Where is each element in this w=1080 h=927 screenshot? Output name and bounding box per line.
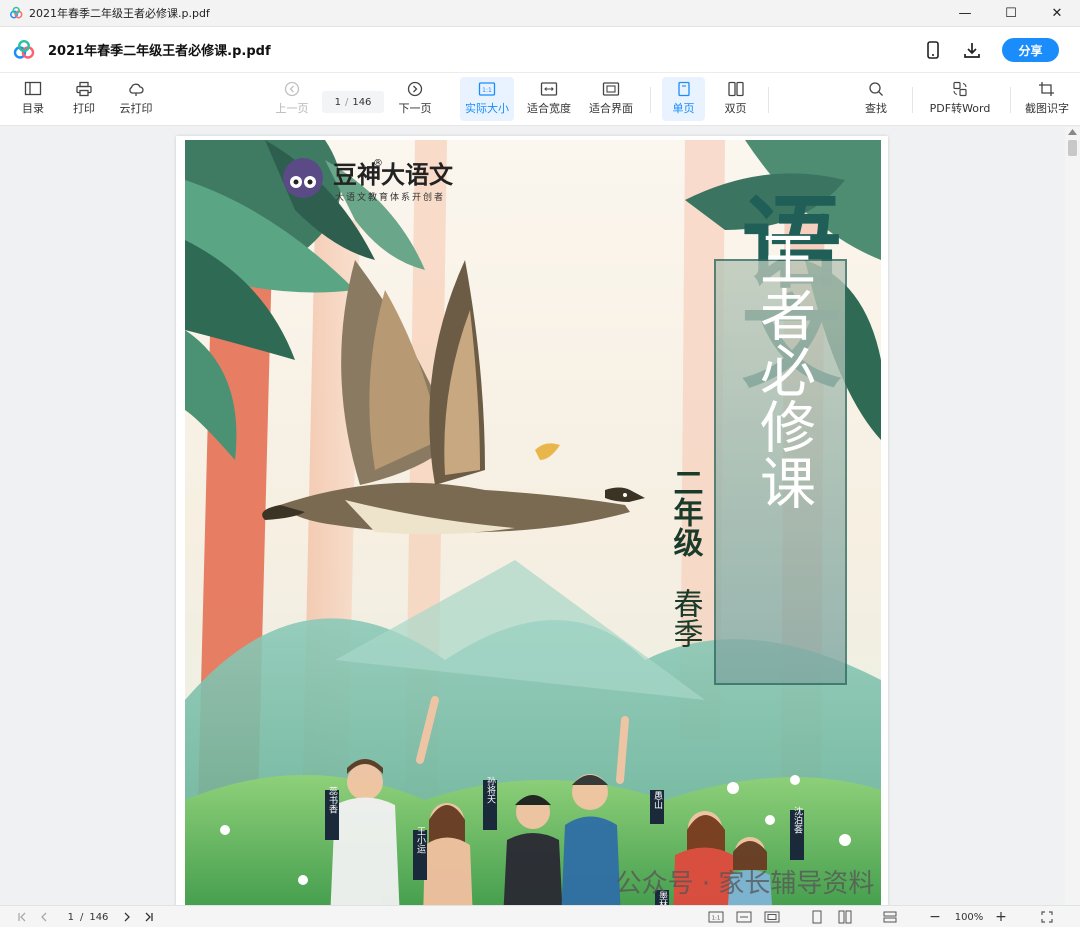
pdf-to-word-button[interactable]: PDF转Word: [926, 77, 994, 121]
status-bar: 1 / 146 1:1 − 100% +: [0, 905, 1080, 927]
scrollbar-thumb[interactable]: [1068, 140, 1077, 156]
app-logo-icon: [13, 39, 35, 59]
printer-icon: [76, 81, 92, 97]
maximize-button[interactable]: ☐: [988, 0, 1034, 27]
zoom-level[interactable]: 100%: [948, 909, 990, 925]
app-logo-icon: [10, 6, 23, 19]
svg-text:1:1: 1:1: [482, 87, 492, 94]
screenshot-ocr-button[interactable]: 截图识字: [1020, 77, 1074, 121]
fit-width-label: 适合宽度: [527, 102, 571, 115]
status-page-separator: /: [79, 911, 84, 923]
fit-width-button[interactable]: 适合宽度: [522, 77, 576, 121]
toolbar-divider: [650, 87, 651, 113]
actual-size-button[interactable]: 1:1 实际大小: [460, 77, 514, 121]
single-page-icon: [677, 81, 690, 97]
fit-page-button[interactable]: 适合界面: [584, 77, 638, 121]
first-page-icon[interactable]: [14, 909, 30, 925]
cover-main-title: 王者必修课: [751, 230, 816, 510]
cloud-icon: [129, 83, 144, 96]
actual-size-label: 实际大小: [465, 102, 509, 115]
double-page-icon: [727, 81, 744, 97]
vertical-scrollbar[interactable]: [1065, 127, 1080, 905]
scroll-up-icon[interactable]: [1068, 129, 1077, 135]
mobile-icon[interactable]: [922, 39, 944, 61]
download-icon[interactable]: [961, 39, 983, 61]
prev-page-label: 上一页: [275, 102, 309, 115]
fit-width-icon: [540, 82, 558, 96]
prev-page-icon[interactable]: [36, 909, 52, 925]
toc-label: 目录: [22, 102, 44, 115]
scroll-mode-icon[interactable]: [880, 909, 900, 925]
search-icon: [869, 82, 883, 96]
crop-icon: [1039, 82, 1054, 96]
double-page-label: 双页: [724, 102, 747, 115]
svg-text:1:1: 1:1: [712, 916, 721, 922]
chevron-left-circle-icon: [284, 81, 300, 97]
cover-grade: 二年级: [668, 467, 704, 558]
print-label: 打印: [73, 102, 95, 115]
sidebar-toc-icon: [24, 81, 42, 96]
single-page-button[interactable]: 单页: [662, 77, 705, 121]
chevron-right-circle-icon: [407, 81, 423, 97]
fit-width-status-icon[interactable]: [734, 909, 754, 925]
cloud-print-label: 云打印: [119, 102, 153, 115]
document-title: 2021年春季二年级王者必修课.p.pdf: [48, 44, 271, 59]
character-name-tag: 王小运: [415, 826, 426, 854]
double-page-button[interactable]: 双页: [714, 77, 757, 121]
window-title: 2021年春季二年级王者必修课.p.pdf: [29, 7, 210, 20]
total-pages-value: 146: [352, 96, 372, 108]
character-name-tag: 孙将天: [485, 775, 496, 804]
actual-size-icon: 1:1: [478, 82, 496, 96]
fullscreen-icon[interactable]: [1038, 909, 1056, 925]
status-total-pages: 146: [89, 911, 109, 923]
screenshot-ocr-label: 截图识字: [1025, 102, 1069, 115]
brand-registered-mark: ®: [373, 158, 383, 169]
single-page-label: 单页: [672, 102, 695, 115]
prev-page-button[interactable]: 上一页: [272, 77, 312, 121]
find-label: 查找: [865, 102, 887, 115]
page-number-input[interactable]: 1 / 146: [322, 91, 384, 113]
next-page-button[interactable]: 下一页: [395, 77, 435, 121]
print-button[interactable]: 打印: [65, 77, 103, 121]
find-button[interactable]: 查找: [857, 77, 895, 121]
pdf-page: 豆神大语文 ® 大语文教育体系开创者 语文 王者必修课 二年级 春季: [176, 136, 888, 905]
minimize-button[interactable]: —: [942, 0, 988, 27]
toc-button[interactable]: 目录: [14, 77, 52, 121]
title-bar: 2021年春季二年级王者必修课.p.pdf — ☐ ✕: [0, 0, 1080, 27]
status-page-indicator[interactable]: 1 / 146: [60, 909, 116, 925]
pdf-to-word-label: PDF转Word: [929, 102, 991, 115]
brand-subtitle: 大语文教育体系开创者: [335, 191, 445, 203]
close-button[interactable]: ✕: [1034, 0, 1080, 27]
character-name-tag: 沈泊荟: [792, 805, 803, 834]
app-header: 2021年春季二年级王者必修课.p.pdf 分享: [0, 27, 1080, 73]
share-button[interactable]: 分享: [1002, 38, 1059, 62]
status-current-page: 1: [67, 911, 74, 923]
single-page-status-icon[interactable]: [808, 909, 826, 925]
brand-title: 豆神大语文: [333, 160, 454, 189]
double-page-status-icon[interactable]: [836, 909, 854, 925]
toolbar-divider: [768, 87, 769, 113]
toolbar-divider: [912, 87, 913, 113]
actual-size-status-icon[interactable]: 1:1: [706, 909, 726, 925]
zoom-out-button[interactable]: −: [926, 909, 944, 925]
watermark-text: 公众号 · 家长辅导资料: [616, 869, 875, 899]
character-name-tag: 蕊书香: [327, 785, 338, 813]
character-name-tag: 愚山: [652, 791, 663, 809]
convert-icon: [953, 81, 967, 97]
fit-page-icon: [602, 82, 620, 96]
cover-season: 春季: [668, 588, 703, 648]
fit-page-label: 适合界面: [589, 102, 633, 115]
zoom-in-button[interactable]: +: [992, 909, 1010, 925]
next-page-label: 下一页: [398, 102, 432, 115]
fit-page-status-icon[interactable]: [762, 909, 782, 925]
document-viewer[interactable]: 豆神大语文 ® 大语文教育体系开创者 语文 王者必修课 二年级 春季: [0, 127, 1080, 905]
cloud-print-button[interactable]: 云打印: [114, 77, 158, 121]
toolbar: 目录 打印 云打印 上一页 1 / 146 下一页 1:1 实际大小 适合宽度 …: [0, 73, 1080, 126]
page-separator: /: [344, 96, 349, 108]
toolbar-divider: [1010, 87, 1011, 113]
next-page-icon[interactable]: [119, 909, 135, 925]
cover-illustration: 豆神大语文 ® 大语文教育体系开创者 语文 王者必修课 二年级 春季: [185, 140, 881, 905]
current-page-value: 1: [334, 96, 341, 108]
last-page-icon[interactable]: [141, 909, 157, 925]
